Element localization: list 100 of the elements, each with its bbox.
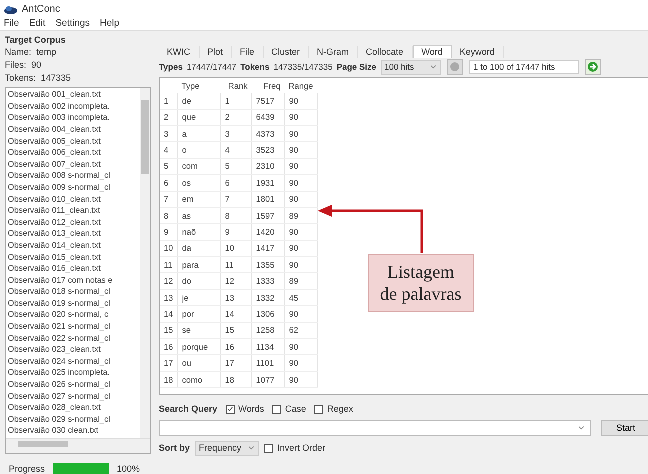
menu-item[interactable]: Edit <box>29 18 46 30</box>
menu-item[interactable]: File <box>4 18 20 30</box>
table-cell: o <box>178 142 221 158</box>
file-item[interactable]: Observaião 019 s-normal_cl <box>8 298 138 310</box>
sort-by-label: Sort by <box>159 443 190 454</box>
window-title: AntConc <box>22 4 60 16</box>
table-cell: da <box>178 240 221 257</box>
file-item[interactable]: Observaião 004_clean.txt <box>8 124 138 136</box>
file-item[interactable]: Observaião 029 s-normal_cl <box>8 414 138 426</box>
tokens-count: 147335/147335 <box>274 62 333 72</box>
table-cell: 1 <box>160 93 178 110</box>
table-cell: 14 <box>220 306 252 322</box>
column-header[interactable]: Range <box>284 78 318 94</box>
next-page-icon[interactable] <box>584 59 600 76</box>
file-item[interactable]: Observaião 007_clean.txt <box>8 158 138 170</box>
table-cell: por <box>178 306 221 322</box>
chevron-down-icon <box>248 446 255 450</box>
file-item[interactable]: Observaião 009 s-normal_cl <box>8 182 138 194</box>
file-item[interactable]: Observaião 008 s-normal_cl <box>8 170 138 182</box>
table-cell: 7517 <box>252 93 285 110</box>
file-item[interactable]: Observaião 014_clean.txt <box>8 240 138 252</box>
file-item[interactable]: Observaião 022 s-normal_cl <box>8 332 138 344</box>
file-item[interactable]: Observaião 005_clean.txt <box>8 136 138 148</box>
file-item[interactable]: Observaião 003 incompleta. <box>8 112 138 124</box>
file-item[interactable]: Observaião 020 s-normal, c <box>8 309 138 322</box>
table-cell: 90 <box>284 125 318 142</box>
sort-dropdown[interactable]: Frequency <box>195 440 259 456</box>
file-item[interactable]: Observaião 002 incompleta. <box>8 100 138 112</box>
checkbox[interactable] <box>272 404 282 414</box>
tokens-label: Tokens: <box>5 72 36 84</box>
file-item[interactable]: Observaião 006_clean.txt <box>8 147 138 159</box>
table-cell: 17 <box>160 354 178 372</box>
tokens-label: Tokens <box>240 62 270 72</box>
annotation-label: Listagem de palavras <box>368 254 474 312</box>
file-item[interactable]: Observaião 025 incompleta. <box>8 367 138 380</box>
tab[interactable]: Keyword <box>452 46 504 58</box>
table-cell: 10 <box>160 240 178 257</box>
file-item[interactable]: Observaião 030 clean.txt <box>8 425 138 437</box>
menu-item[interactable]: Settings <box>56 18 90 30</box>
table-cell: je <box>178 289 221 306</box>
chevron-down-icon <box>430 65 436 70</box>
table-cell: 5 <box>160 158 178 175</box>
table-cell: 6 <box>160 174 178 192</box>
file-item[interactable]: Observaião 028_clean.txt <box>8 402 138 414</box>
column-header[interactable]: Type <box>178 78 221 94</box>
table-cell: 13 <box>220 289 252 306</box>
app-icon <box>4 4 18 15</box>
file-item[interactable]: Observaião 010_clean.txt <box>8 194 138 206</box>
hits-field[interactable]: 1 to 100 of 17447 hits <box>468 60 578 74</box>
table-cell: 11 <box>220 256 252 273</box>
tab[interactable]: Plot <box>200 46 232 58</box>
file-item[interactable]: Observaião 017 com notas e <box>8 274 138 286</box>
file-item[interactable]: Observaião 024 s-normal_cl <box>8 356 138 368</box>
file-item[interactable]: Observaião 015_clean.txt <box>8 252 138 264</box>
horizontal-scrollbar[interactable] <box>6 438 150 453</box>
table-cell: 3 <box>220 125 252 142</box>
start-button[interactable]: Start <box>601 420 648 436</box>
table-cell: porque <box>178 338 221 355</box>
table-cell: 89 <box>284 207 318 224</box>
file-item[interactable]: Observaião 027 s-normal_cl <box>8 390 138 402</box>
page-size-label: Page Size <box>336 62 376 72</box>
file-item[interactable]: Observaião 018 s-normal_cl <box>8 286 138 298</box>
file-item[interactable]: Observaião 012_clean.txt <box>8 216 138 228</box>
corpus-heading: Target Corpus <box>5 35 67 46</box>
table-cell: 1332 <box>252 289 285 306</box>
search-field[interactable] <box>159 420 591 436</box>
tab[interactable]: Word <box>412 45 452 58</box>
vertical-scrollbar[interactable] <box>140 88 150 438</box>
table-cell: 90 <box>284 256 318 273</box>
table-cell: 1134 <box>252 338 285 355</box>
column-header[interactable]: Rank <box>220 78 252 94</box>
column-header[interactable]: Freq <box>252 78 285 94</box>
previous-page-icon[interactable] <box>446 59 462 76</box>
checkbox[interactable] <box>314 404 324 414</box>
file-item[interactable]: Observaião 013_clean.txt <box>8 228 138 240</box>
table-cell: 90 <box>284 93 318 110</box>
table-cell: 90 <box>284 224 318 240</box>
file-item[interactable]: Observaião 011_clean.txt <box>8 205 138 217</box>
tab[interactable]: KWIC <box>159 46 200 58</box>
file-item[interactable]: Observaião 021 s-normal_cl <box>8 321 138 333</box>
table-cell: 15 <box>220 322 252 339</box>
file-item[interactable]: Observaião 016_clean.txt <box>8 263 138 275</box>
checkbox[interactable] <box>226 404 235 414</box>
table-cell: 90 <box>284 174 318 192</box>
table-cell: 9 <box>160 224 178 240</box>
page-size-dropdown[interactable]: 100 hits <box>380 60 440 75</box>
table-cell: 16 <box>220 338 252 355</box>
chevron-down-icon[interactable] <box>578 426 585 430</box>
tab[interactable]: Cluster <box>264 46 310 58</box>
tab[interactable]: File <box>232 46 264 58</box>
tab[interactable]: N-Gram <box>309 46 358 58</box>
checkbox[interactable] <box>264 444 273 453</box>
table-cell: 10 <box>220 240 252 257</box>
table-cell: 90 <box>284 240 318 257</box>
file-item[interactable]: Observaião 001_clean.txt <box>8 89 138 101</box>
table-cell: 1801 <box>252 191 285 208</box>
menu-item[interactable]: Help <box>100 18 120 30</box>
progress-reading: 100% <box>117 464 140 474</box>
file-item[interactable]: Observaião 026 s-normal_cl <box>8 379 138 391</box>
file-item[interactable]: Observaião 023_clean.txt <box>8 344 138 356</box>
